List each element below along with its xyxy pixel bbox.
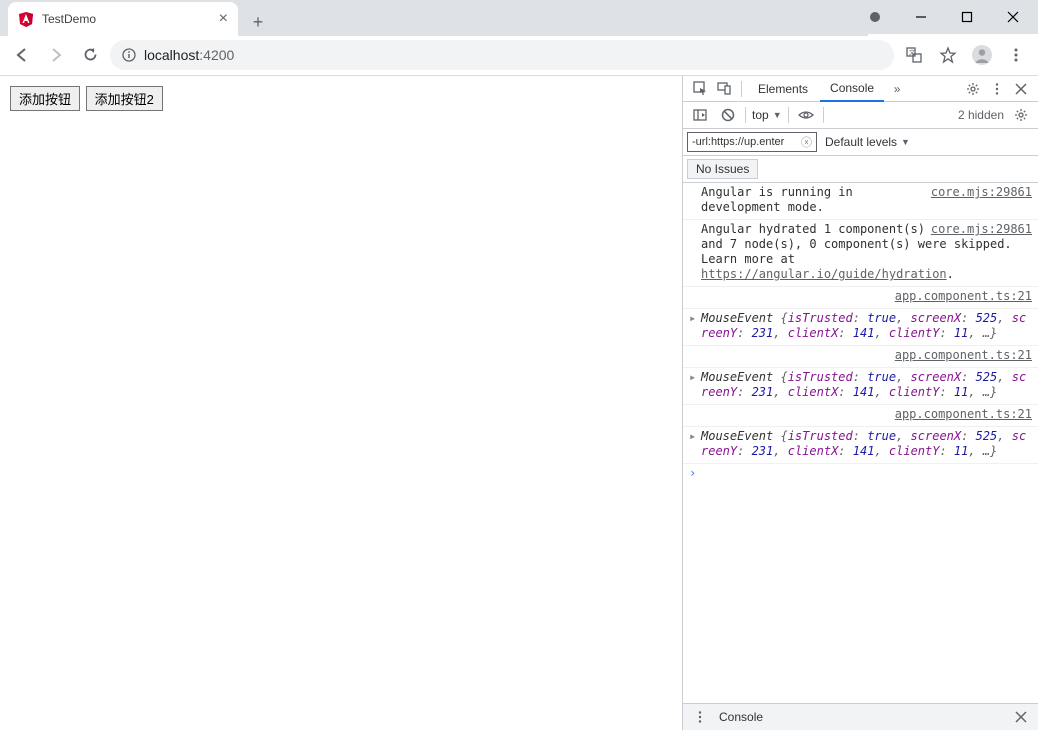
angular-favicon [18,11,34,27]
translate-icon[interactable]: 文 [900,41,928,69]
console-settings-gear-icon[interactable] [1010,104,1032,126]
context-selector[interactable]: top▼ [752,108,782,122]
settings-gear-icon[interactable] [962,78,984,100]
log-entry: core.mjs:29861 Angular is running in dev… [683,183,1038,220]
expand-arrow-icon[interactable]: ▸ [689,370,696,385]
log-entry-object[interactable]: ▸MouseEvent {isTrusted: true, screenX: 5… [683,309,1038,346]
log-entry-object[interactable]: ▸MouseEvent {isTrusted: true, screenX: 5… [683,368,1038,405]
log-source-link[interactable]: app.component.ts:21 [895,289,1032,304]
close-window-button[interactable] [990,2,1036,32]
hidden-count[interactable]: 2 hidden [958,108,1004,122]
log-entry: core.mjs:29861 Angular hydrated 1 compon… [683,220,1038,287]
browser-toolbar: localhost:4200 文 [0,34,1038,76]
profile-avatar-icon[interactable] [968,41,996,69]
new-tab-button[interactable]: + [244,8,272,36]
live-expression-eye-icon[interactable] [795,104,817,126]
log-source-link[interactable]: app.component.ts:21 [895,348,1032,363]
clear-filter-icon[interactable]: ⓧ [801,134,812,150]
forward-button[interactable] [42,41,70,69]
devtools-kebab-icon[interactable] [986,78,1008,100]
address-bar[interactable]: localhost:4200 [110,40,894,70]
issues-row: No Issues [683,156,1038,183]
drawer-kebab-icon[interactable] [689,706,711,728]
device-toggle-icon[interactable] [713,78,735,100]
hydration-link[interactable]: https://angular.io/guide/hydration [701,267,947,281]
more-tabs-chevron-icon[interactable]: » [886,78,908,100]
log-source-link[interactable]: core.mjs:29861 [931,185,1032,200]
menu-kebab-icon[interactable] [1002,41,1030,69]
clear-console-icon[interactable] [717,104,739,126]
log-entry-source-only: app.component.ts:21 [683,346,1038,368]
tab-elements[interactable]: Elements [748,76,818,102]
expand-arrow-icon[interactable]: ▸ [689,429,696,444]
console-toolbar: top▼ 2 hidden [683,102,1038,129]
tab-close-icon[interactable]: × [219,10,228,28]
console-output: core.mjs:29861 Angular is running in dev… [683,183,1038,703]
add-button-1[interactable]: 添加按钮 [10,86,80,111]
browser-tab[interactable]: TestDemo × [8,2,238,36]
console-sidebar-toggle-icon[interactable] [689,104,711,126]
log-entry-object[interactable]: ▸MouseEvent {isTrusted: true, screenX: 5… [683,427,1038,464]
log-levels-dropdown[interactable]: Default levels▼ [825,135,910,149]
url-text: localhost:4200 [144,47,234,63]
bookmark-star-icon[interactable] [934,41,962,69]
svg-text:文: 文 [909,48,915,56]
maximize-button[interactable] [944,2,990,32]
console-filter-row: -url:https://up.enter ⓧ Default levels▼ [683,129,1038,156]
add-button-2[interactable]: 添加按钮2 [86,86,163,111]
devtools-close-icon[interactable] [1010,78,1032,100]
filter-value: -url:https://up.enter [692,136,784,148]
expand-arrow-icon[interactable]: ▸ [689,311,696,326]
inspect-element-icon[interactable] [689,78,711,100]
log-entry-source-only: app.component.ts:21 [683,287,1038,309]
minimize-button[interactable] [898,2,944,32]
no-issues-button[interactable]: No Issues [687,159,758,179]
log-source-link[interactable]: app.component.ts:21 [895,407,1032,422]
console-filter-input[interactable]: -url:https://up.enter ⓧ [687,132,817,152]
log-entry-source-only: app.component.ts:21 [683,405,1038,427]
drawer-tab-console[interactable]: Console [719,710,763,724]
log-source-link[interactable]: core.mjs:29861 [931,222,1032,237]
devtools-drawer: Console [683,703,1038,730]
reload-button[interactable] [76,41,104,69]
tab-title: TestDemo [42,12,211,26]
tab-strip: TestDemo × + [0,0,868,36]
back-button[interactable] [8,41,36,69]
console-prompt[interactable]: › [683,464,1038,483]
devtools-tabs: Elements Console » [683,76,1038,102]
drawer-close-icon[interactable] [1010,706,1032,728]
devtools-panel: Elements Console » top▼ 2 hidden -url:ht… [682,76,1038,730]
site-info-icon[interactable] [122,48,136,62]
tab-console[interactable]: Console [820,76,884,102]
page-content: 添加按钮 添加按钮2 [0,76,682,730]
